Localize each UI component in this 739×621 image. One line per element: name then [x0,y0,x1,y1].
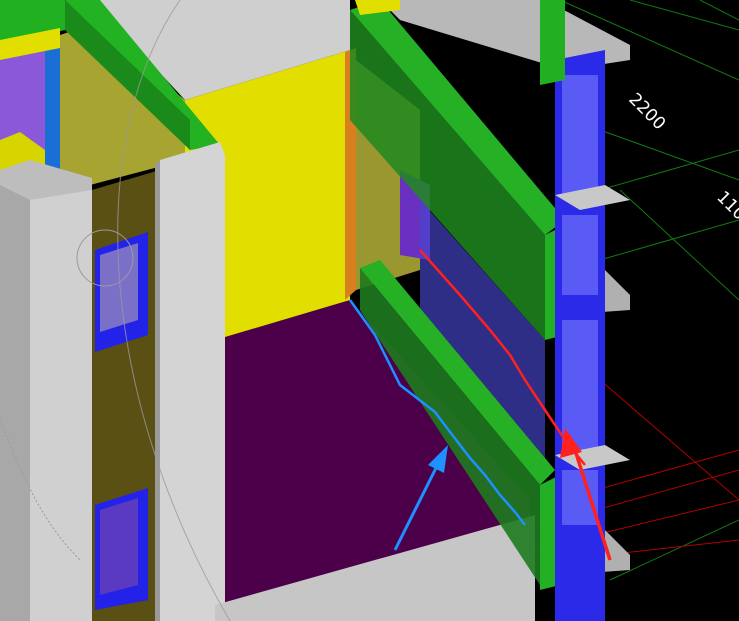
green-mullion-top [540,0,565,85]
left-column [0,160,30,621]
cad-3d-viewport[interactable]: 2200 110 [0,0,739,621]
lower-window-lower-glass [100,498,138,595]
lower-window-upper-glass [100,243,138,332]
left-column-face [30,170,92,621]
middle-column-side [155,160,160,621]
upper-window-frame-blue [45,40,60,180]
